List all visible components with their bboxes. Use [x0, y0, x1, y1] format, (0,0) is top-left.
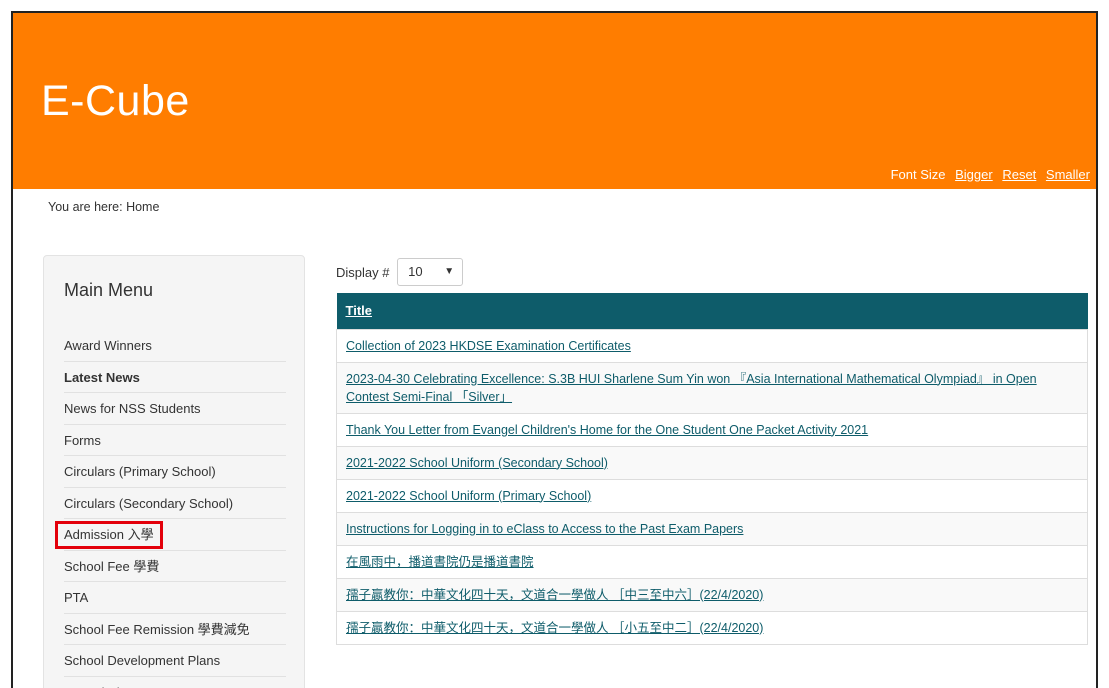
menu-item-circulars-primary[interactable]: Circulars (Primary School)	[64, 456, 286, 488]
news-link[interactable]: 2023-04-30 Celebrating Excellence: S.3B …	[346, 372, 1037, 404]
font-smaller-link[interactable]: Smaller	[1046, 167, 1090, 182]
menu-item-school-fee[interactable]: School Fee 學費	[64, 551, 286, 582]
menu-item-pta[interactable]: PTA	[64, 582, 286, 614]
main-menu-panel: Main Menu Award Winners Latest News News…	[43, 255, 305, 688]
font-bigger-link[interactable]: Bigger	[955, 167, 993, 182]
table-row: Thank You Letter from Evangel Children's…	[336, 412, 1088, 447]
news-link[interactable]: Collection of 2023 HKDSE Examination Cer…	[346, 339, 631, 353]
main-menu-title: Main Menu	[64, 280, 154, 300]
font-size-label: Font Size	[890, 167, 946, 182]
menu-item-latest-news[interactable]: Latest News	[64, 362, 286, 393]
news-link[interactable]: 2021-2022 School Uniform (Primary School…	[346, 489, 591, 503]
table-row: 2023-04-30 Celebrating Excellence: S.3B …	[336, 361, 1088, 414]
table-row: 2021-2022 School Uniform (Secondary Scho…	[336, 445, 1088, 480]
news-table: Title Collection of 2023 HKDSE Examinati…	[336, 293, 1088, 645]
table-header-row: Title	[336, 293, 1088, 329]
news-link[interactable]: 2021-2022 School Uniform (Secondary Scho…	[346, 456, 608, 470]
news-link[interactable]: Thank You Letter from Evangel Children's…	[346, 423, 868, 437]
table-row: Collection of 2023 HKDSE Examination Cer…	[336, 328, 1088, 363]
menu-item-annual-plans[interactable]: Annual Plans	[64, 677, 286, 688]
title-column-header[interactable]: Title	[336, 293, 1088, 329]
menu-item-circulars-secondary[interactable]: Circulars (Secondary School)	[64, 488, 286, 519]
news-link[interactable]: 孺子贏教你：中華文化四十天，文道合一學做人 ［中三至中六］(22/4/2020)	[346, 588, 763, 602]
menu-item-admission-label[interactable]: Admission 入學	[55, 521, 163, 549]
font-reset-link[interactable]: Reset	[1002, 167, 1036, 182]
menu-item-admission[interactable]: Admission 入學	[55, 519, 286, 551]
display-count-select[interactable]: 10 ▼	[397, 258, 464, 286]
title-sort-link[interactable]: Title	[346, 303, 373, 318]
news-link[interactable]: 孺子贏教你：中華文化四十天，文道合一學做人 ［小五至中二］(22/4/2020)	[346, 621, 763, 635]
main-menu-list: Award Winners Latest News News for NSS S…	[55, 330, 286, 688]
table-row: 2021-2022 School Uniform (Primary School…	[336, 478, 1088, 513]
display-count-row: Display # 10 ▼	[336, 258, 464, 286]
menu-item-news-nss[interactable]: News for NSS Students	[64, 393, 286, 425]
table-row: 在風雨中，播道書院仍是播道書院	[336, 544, 1088, 579]
font-size-controls: Font Size Bigger Reset Smaller	[885, 167, 1090, 182]
menu-item-forms[interactable]: Forms	[64, 425, 286, 456]
display-count-label: Display #	[336, 264, 390, 280]
menu-item-development-plans[interactable]: School Development Plans	[64, 645, 286, 677]
news-link[interactable]: Instructions for Logging in to eClass to…	[346, 522, 743, 536]
site-title[interactable]: E-Cube	[41, 77, 190, 126]
page-frame: E-Cube Font Size Bigger Reset Smaller Yo…	[11, 11, 1098, 688]
site-header: E-Cube Font Size Bigger Reset Smaller	[13, 13, 1096, 189]
display-count-value: 10	[408, 264, 423, 279]
chevron-down-icon: ▼	[444, 266, 455, 277]
news-link[interactable]: 在風雨中，播道書院仍是播道書院	[346, 555, 534, 569]
menu-item-award-winners[interactable]: Award Winners	[64, 330, 286, 362]
breadcrumb: You are here: Home	[48, 200, 160, 214]
table-row: 孺子贏教你：中華文化四十天，文道合一學做人 ［小五至中二］(22/4/2020)	[336, 610, 1088, 645]
table-row: 孺子贏教你：中華文化四十天，文道合一學做人 ［中三至中六］(22/4/2020)	[336, 577, 1088, 612]
menu-item-fee-remission[interactable]: School Fee Remission 學費減免	[64, 614, 286, 645]
table-row: Instructions for Logging in to eClass to…	[336, 511, 1088, 546]
